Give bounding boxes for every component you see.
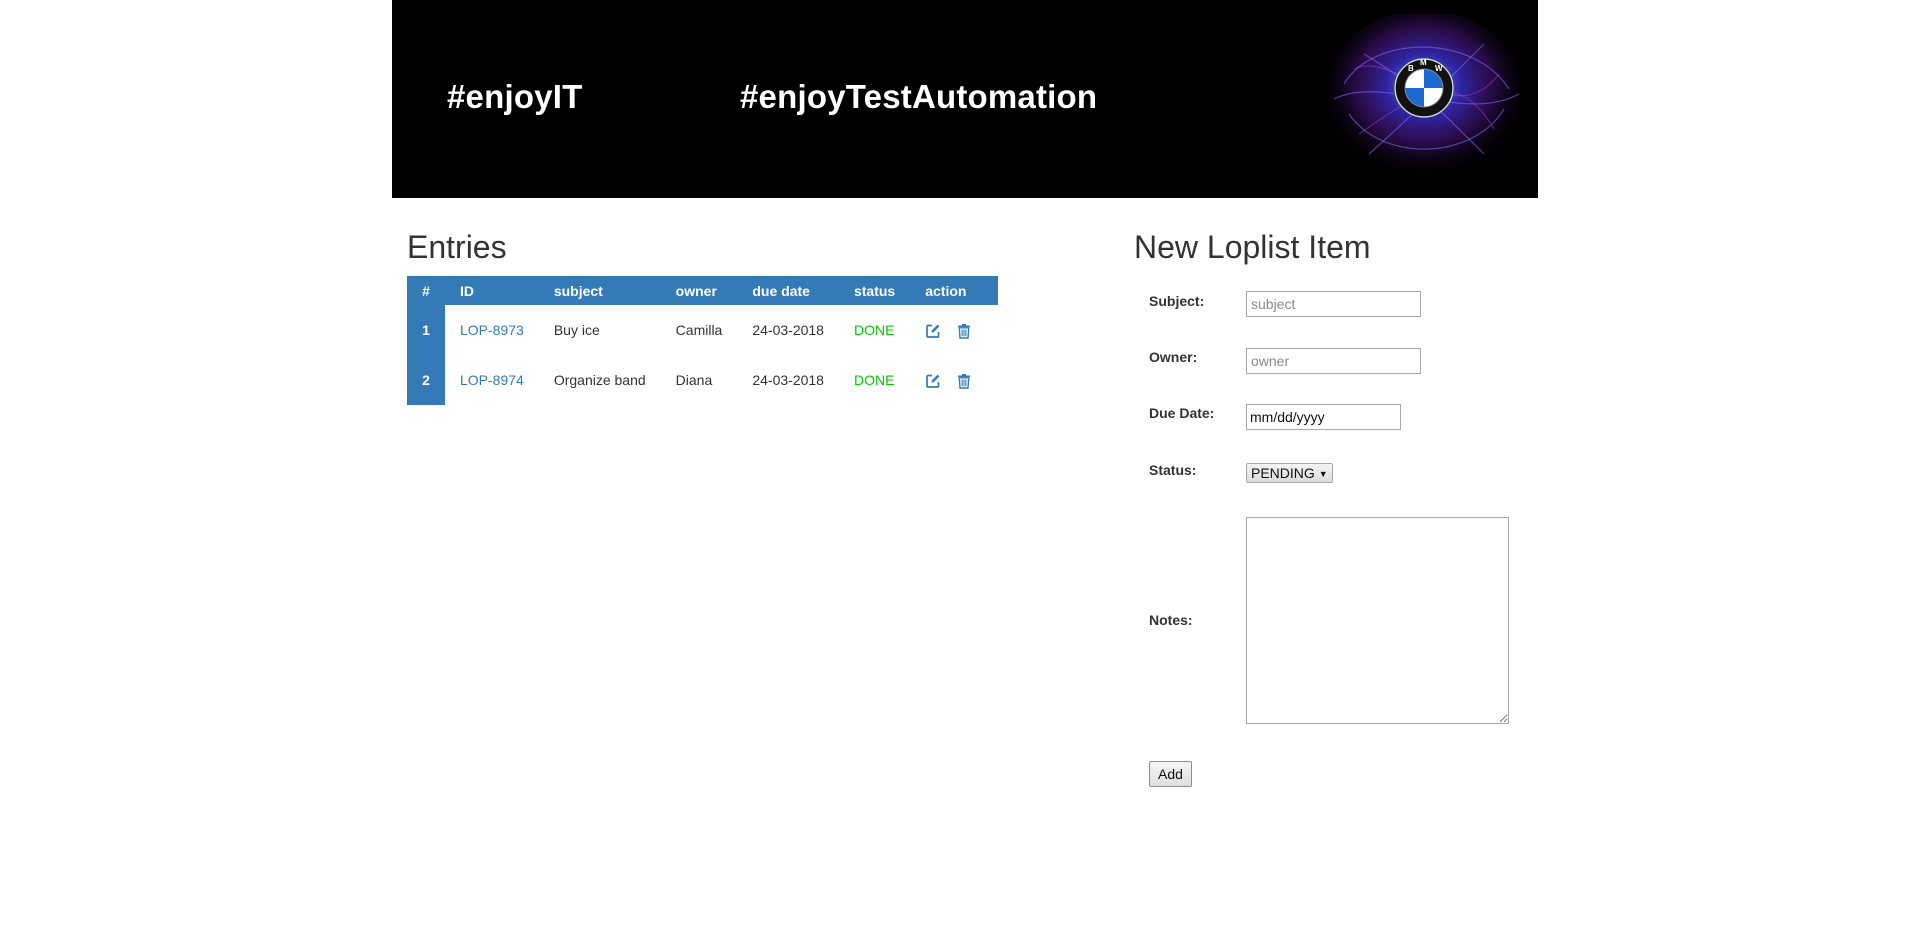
col-header-action: action [910,276,999,305]
status-select[interactable]: PENDING ▼ [1246,463,1333,483]
header-tagline-right: #enjoyTestAutomation [740,78,1098,115]
due-date-label: Due Date: [1149,405,1215,421]
bmw-logo: B M W [1326,14,1522,178]
entry-subject: Buy ice [553,322,600,338]
entries-title: Entries [407,229,507,265]
header-banner: #enjoyIT #enjoyTestAutomation B M W [392,0,1538,198]
entry-subject: Organize band [553,372,646,388]
notes-label: Notes: [1149,612,1193,628]
page: #enjoyIT #enjoyTestAutomation B M W Entr… [392,0,1538,942]
owner-input[interactable] [1246,348,1421,374]
entry-status: DONE [853,372,895,388]
col-header-due-date: due date [737,276,839,305]
entry-id-link[interactable]: LOP-8974 [460,372,524,388]
col-header-status: status [838,276,911,305]
owner-label: Owner: [1149,349,1198,365]
entry-owner: Diana [675,372,713,388]
due-date-value: mm/dd/yyyy [1250,409,1325,425]
header-tagline-left: #enjoyIT [447,78,583,115]
status-label: Status: [1149,462,1197,478]
edit-icon[interactable] [925,323,941,339]
entry-due-date: 24-03-2018 [752,372,824,388]
row-number: 1 [407,305,445,355]
col-header-owner: owner [660,276,738,305]
logo-letter-w: W [1435,64,1443,73]
delete-icon[interactable] [956,373,972,389]
delete-icon[interactable] [956,323,972,339]
entry-status: DONE [853,322,895,338]
row-number: 2 [407,355,445,405]
col-header-subject: subject [538,276,661,305]
col-header-num: # [407,276,445,305]
table-row: 1 LOP-8973 Buy ice Camilla 24-03-2018 DO… [407,305,998,355]
subject-input[interactable] [1246,291,1421,317]
table-row: 2 LOP-8974 Organize band Diana 24-03-201… [407,355,998,405]
form-title: New Loplist Item [1134,229,1371,265]
col-header-id: ID [445,276,539,305]
entry-actions [910,355,998,405]
logo-letter-m: M [1420,58,1427,67]
logo-letter-b: B [1408,64,1414,73]
entry-id-link[interactable]: LOP-8973 [460,322,524,338]
notes-textarea[interactable] [1246,517,1509,724]
table-header-row: # ID subject owner due date status actio… [407,276,999,305]
dropdown-arrow-icon: ▼ [1318,469,1328,479]
entry-due-date: 24-03-2018 [752,322,824,338]
entry-owner: Camilla [675,322,723,338]
edit-icon[interactable] [925,373,941,389]
status-select-value: PENDING [1251,465,1315,481]
add-button[interactable]: Add [1149,761,1192,787]
due-date-input[interactable]: mm/dd/yyyy [1246,404,1401,430]
entry-actions [910,305,998,355]
subject-label: Subject: [1149,293,1205,309]
entries-table: # ID subject owner due date status actio… [407,276,999,405]
